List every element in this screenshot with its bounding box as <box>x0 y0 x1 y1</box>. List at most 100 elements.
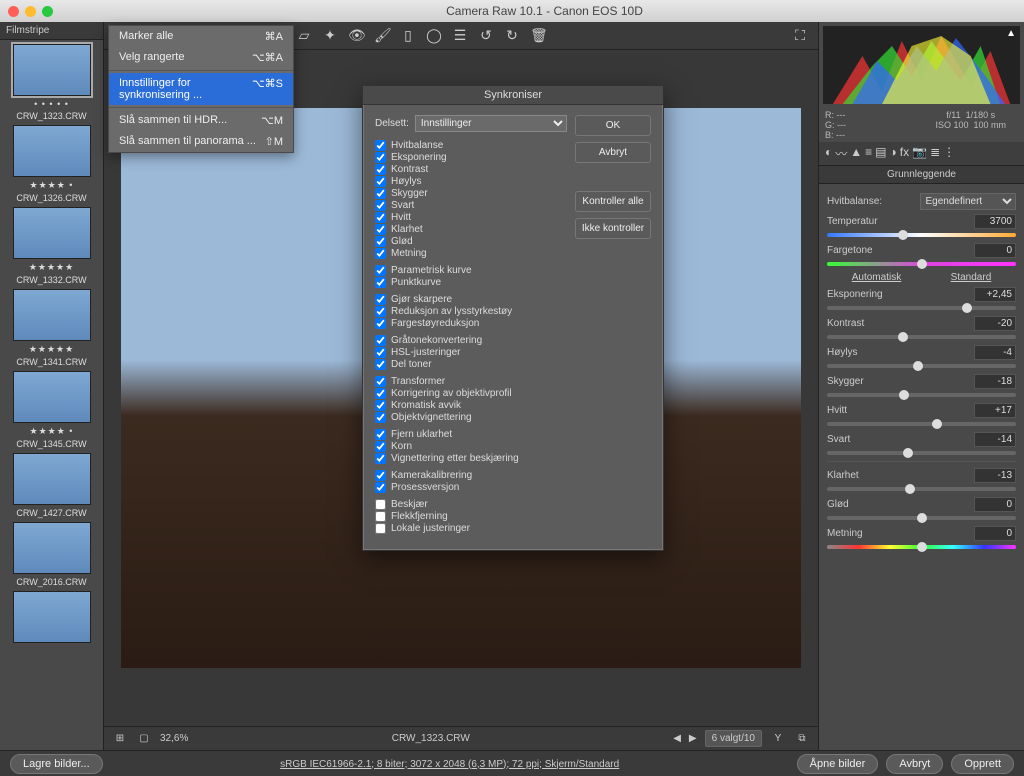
slider-glød[interactable] <box>827 516 1016 520</box>
window-maximize[interactable] <box>42 6 53 17</box>
slider-input[interactable] <box>974 287 1016 302</box>
radial-filter-icon[interactable]: ◯ <box>426 27 442 44</box>
sync-checkbox[interactable]: Vignettering etter beskjæring <box>375 453 567 464</box>
sync-checkbox[interactable]: Beskjær <box>375 499 567 510</box>
sync-checkbox[interactable]: Skygger <box>375 188 567 199</box>
filmstrip-thumbnail[interactable] <box>4 591 99 643</box>
slider-svart[interactable] <box>827 451 1016 455</box>
sync-checkbox[interactable]: Fjern uklarhet <box>375 429 567 440</box>
tab-curve-icon[interactable]: 〰 <box>835 145 847 162</box>
subset-select[interactable]: Innstillinger <box>415 115 567 132</box>
slider-skygger[interactable] <box>827 393 1016 397</box>
slider-input[interactable] <box>974 432 1016 447</box>
save-images-button[interactable]: Lagre bilder... <box>10 754 103 774</box>
slider-input[interactable] <box>974 374 1016 389</box>
sync-checkbox[interactable]: Klarhet <box>375 224 567 235</box>
sync-checkbox[interactable]: Del toner <box>375 359 567 370</box>
sync-checkbox[interactable]: Hvitt <box>375 212 567 223</box>
tab-basic-icon[interactable]: ◐ <box>825 145 832 162</box>
tab-presets-icon[interactable]: ≣ <box>930 145 940 162</box>
tab-split-icon[interactable]: ▤ <box>875 145 886 162</box>
check-all-button[interactable]: Kontroller alle <box>575 191 651 212</box>
nav-next-icon[interactable]: ▶ <box>689 733 697 744</box>
auto-link[interactable]: Automatisk <box>852 272 901 283</box>
rotate-ccw-icon[interactable]: ↺ <box>478 27 494 44</box>
filmstrip-thumbnail[interactable]: CRW_2016.CRW <box>4 522 99 587</box>
adjustment-brush-icon[interactable]: 🖌 <box>374 27 390 44</box>
sync-checkbox[interactable]: Objektvignettering <box>375 412 567 423</box>
slider-input[interactable] <box>974 403 1016 418</box>
fullscreen-icon[interactable]: ⛶ <box>792 27 808 44</box>
filmstrip-thumbnail[interactable]: • • • • •CRW_1323.CRW <box>4 44 99 121</box>
slider-input[interactable] <box>974 526 1016 541</box>
tab-hsl-icon[interactable]: ≡ <box>865 145 872 162</box>
menu-item[interactable]: Slå sammen til panorama ...⇧M <box>109 131 293 152</box>
sync-checkbox[interactable]: Hvitbalanse <box>375 140 567 151</box>
sync-checkbox[interactable]: Metning <box>375 248 567 259</box>
zoom-level[interactable]: 32,6% <box>160 733 188 744</box>
sync-checkbox[interactable]: Svart <box>375 200 567 211</box>
sync-checkbox[interactable]: HSL-justeringer <box>375 347 567 358</box>
filmstrip-thumbnail[interactable]: ★★★★ •CRW_1345.CRW <box>4 371 99 449</box>
standard-link[interactable]: Standard <box>951 272 992 283</box>
clip-warning-icon[interactable]: ▲ <box>1006 28 1016 39</box>
sync-checkbox[interactable]: Flekkfjerning <box>375 511 567 522</box>
sync-checkbox[interactable]: Korrigering av objektivprofil <box>375 388 567 399</box>
redeye-icon[interactable]: 👁 <box>348 27 364 44</box>
sync-checkbox[interactable]: Kromatisk avvik <box>375 400 567 411</box>
tab-lens-icon[interactable]: ◑ <box>890 145 897 162</box>
sync-checkbox[interactable]: Gjør skarpere <box>375 294 567 305</box>
temp-slider[interactable] <box>827 233 1016 237</box>
filmstrip-thumbnail[interactable]: ★★★★ •CRW_1326.CRW <box>4 125 99 203</box>
sync-checkbox[interactable]: Korn <box>375 441 567 452</box>
tab-snapshots-icon[interactable]: ⋮ <box>943 145 955 162</box>
sync-checkbox[interactable]: Punktkurve <box>375 277 567 288</box>
slider-input[interactable] <box>974 497 1016 512</box>
sync-checkbox[interactable]: Fargestøyreduksjon <box>375 318 567 329</box>
filmstrip-thumbnail[interactable]: ★★★★★CRW_1332.CRW <box>4 207 99 285</box>
histogram[interactable]: ▲ <box>823 26 1020 104</box>
sync-checkbox[interactable]: Gråtonekonvertering <box>375 335 567 346</box>
spot-removal-icon[interactable]: ✦ <box>322 27 338 44</box>
transform-icon[interactable]: ▱ <box>296 27 312 44</box>
menu-item[interactable]: Slå sammen til HDR...⌥M <box>109 110 293 131</box>
dialog-cancel-button[interactable]: Avbryt <box>575 142 651 163</box>
slider-klarhet[interactable] <box>827 487 1016 491</box>
sync-checkbox[interactable]: Prosessversjon <box>375 482 567 493</box>
sync-checkbox[interactable]: Eksponering <box>375 152 567 163</box>
workflow-link[interactable]: sRGB IEC61966-2.1; 8 biter; 3072 x 2048 … <box>280 759 619 770</box>
sync-checkbox[interactable]: Høylys <box>375 176 567 187</box>
window-close[interactable] <box>8 6 19 17</box>
tab-fx-icon[interactable]: fx <box>900 145 909 162</box>
filmstrip-thumbnail[interactable]: ★★★★★CRW_1341.CRW <box>4 289 99 367</box>
slider-input[interactable] <box>974 468 1016 483</box>
sync-checkbox[interactable]: Glød <box>375 236 567 247</box>
sync-checkbox[interactable]: Lokale justeringer <box>375 523 567 534</box>
sync-checkbox[interactable]: Kontrast <box>375 164 567 175</box>
temp-input[interactable] <box>974 214 1016 229</box>
slider-hvitt[interactable] <box>827 422 1016 426</box>
slider-eksponering[interactable] <box>827 306 1016 310</box>
tab-detail-icon[interactable]: ▲ <box>850 145 862 162</box>
window-minimize[interactable] <box>25 6 36 17</box>
sync-checkbox[interactable]: Transformer <box>375 376 567 387</box>
filmstrip-thumbnail[interactable]: CRW_1427.CRW <box>4 453 99 518</box>
open-images-button[interactable]: Åpne bilder <box>797 754 879 774</box>
presets-icon[interactable]: ☰ <box>452 27 468 44</box>
wb-select[interactable]: Egendefinert <box>920 193 1017 210</box>
menu-item[interactable]: Innstillinger for synkronisering ...⌥⌘S <box>109 73 293 105</box>
view-grid-icon[interactable]: ⊞ <box>112 733 128 744</box>
sync-checkbox[interactable]: Kamerakalibrering <box>375 470 567 481</box>
dialog-ok-button[interactable]: OK <box>575 115 651 136</box>
tint-input[interactable] <box>974 243 1016 258</box>
uncheck-all-button[interactable]: Ikke kontroller <box>575 218 651 239</box>
slider-metning[interactable] <box>827 545 1016 549</box>
nav-prev-icon[interactable]: ◀ <box>673 733 681 744</box>
sync-checkbox[interactable]: Parametrisk kurve <box>375 265 567 276</box>
menu-item[interactable]: Marker alle⌘A <box>109 26 293 47</box>
slider-input[interactable] <box>974 345 1016 360</box>
tint-slider[interactable] <box>827 262 1016 266</box>
graduated-filter-icon[interactable]: ▯ <box>400 27 416 44</box>
cancel-button[interactable]: Avbryt <box>886 754 943 774</box>
filter-icon[interactable]: Y <box>770 733 786 744</box>
